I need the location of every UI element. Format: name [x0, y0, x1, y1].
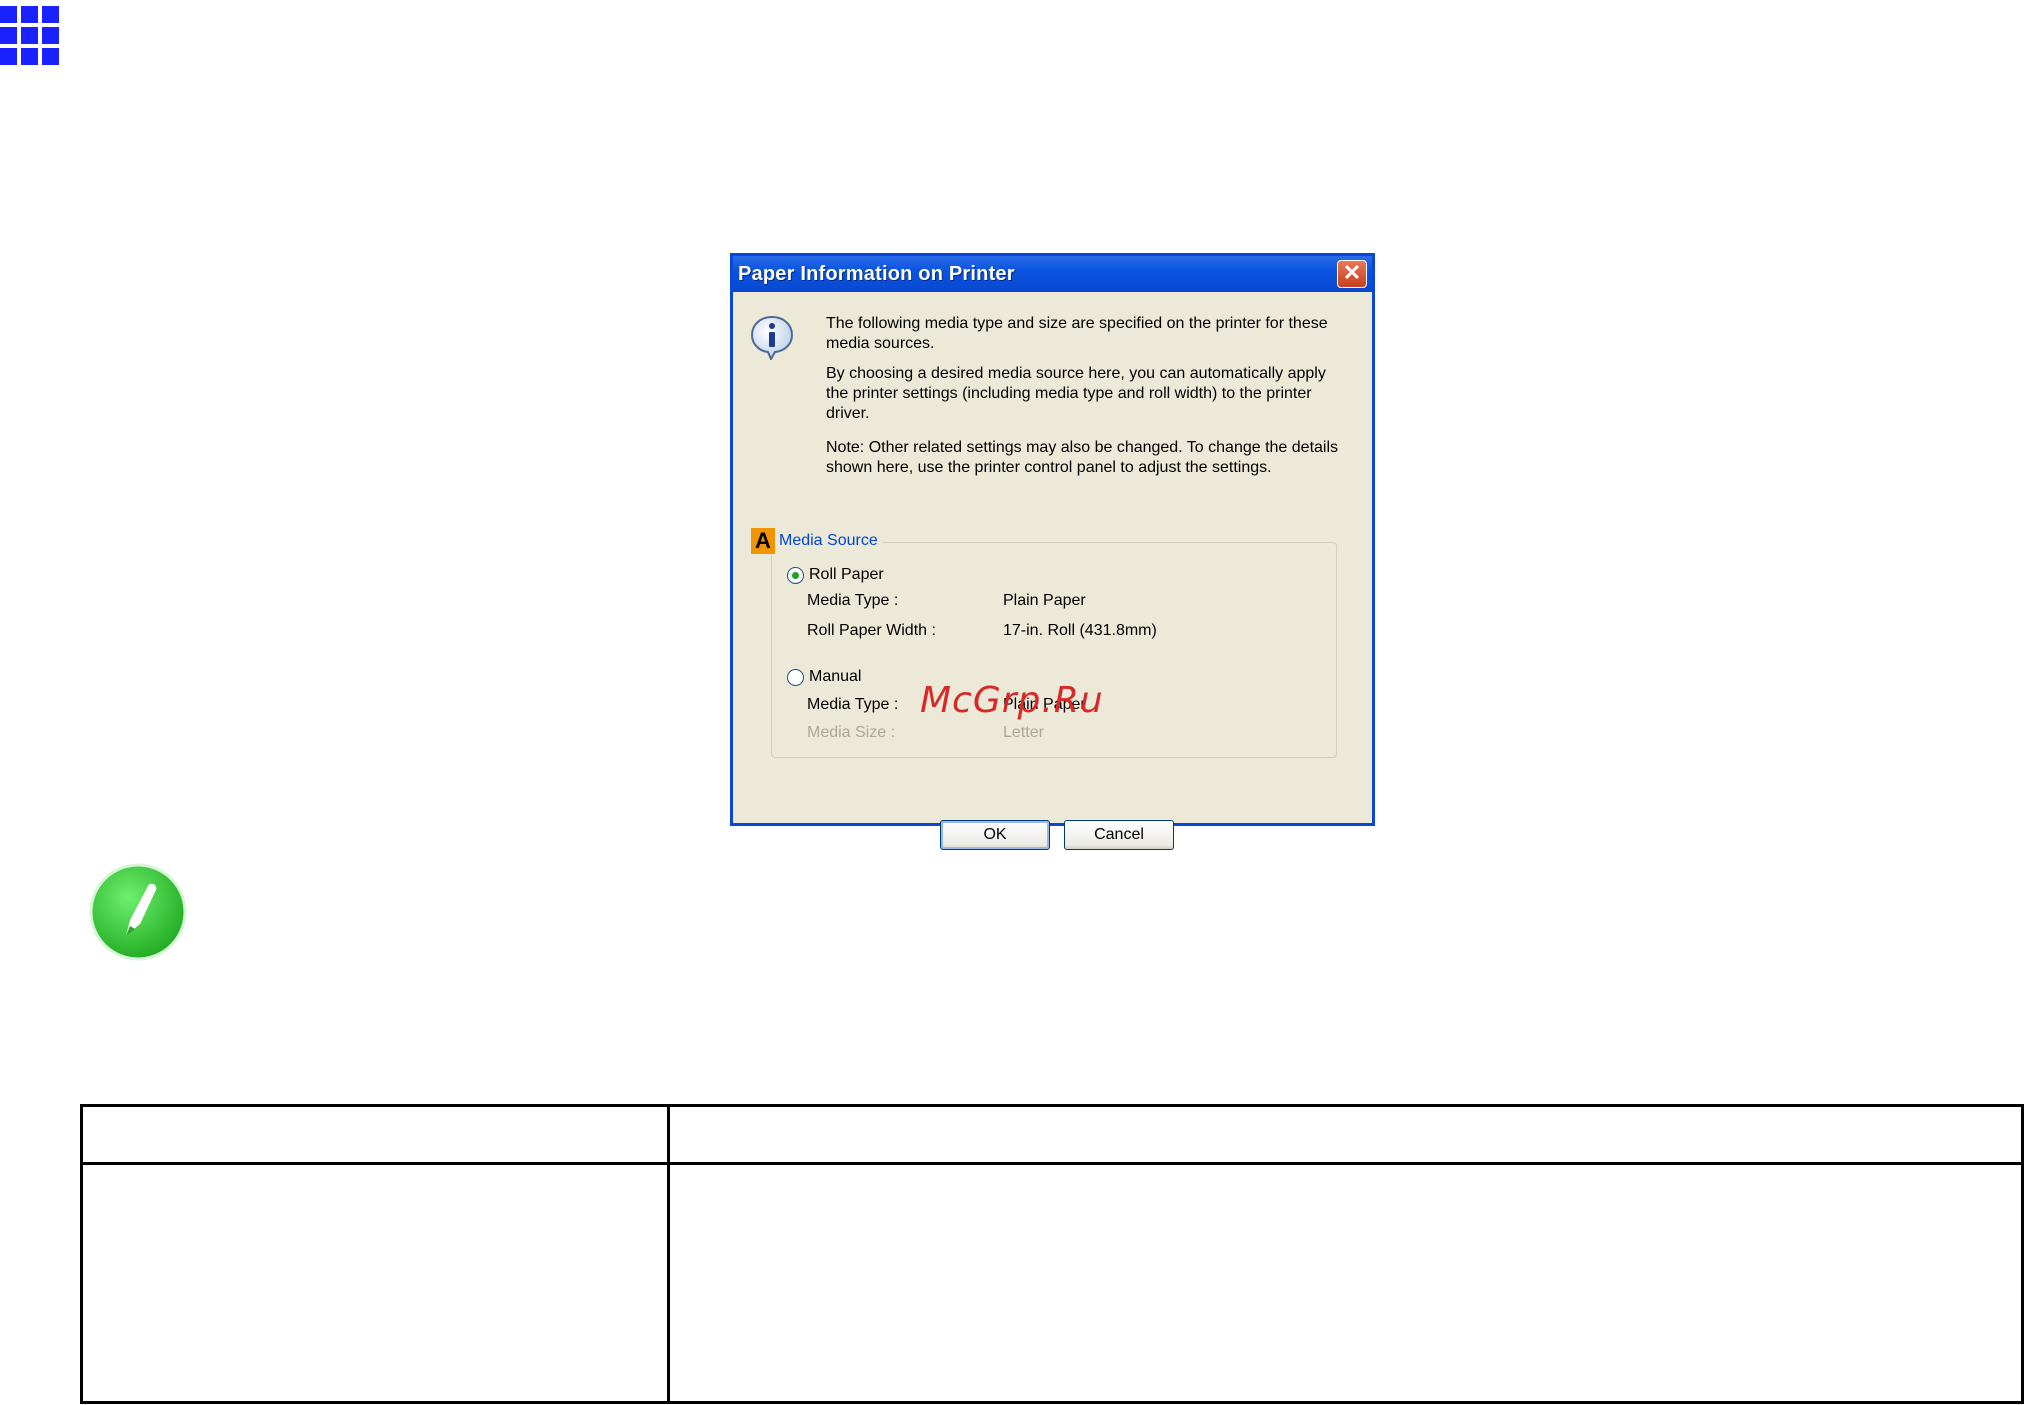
ok-button[interactable]: OK — [940, 820, 1050, 850]
note-pencil-icon — [89, 863, 187, 961]
manual-media-size-value: Letter — [1003, 724, 1044, 741]
roll-paper-label: Roll Paper — [809, 566, 884, 583]
watermark: McGrp.Ru — [920, 680, 1104, 721]
media-source-legend: A Media Source — [751, 528, 882, 554]
manual-label: Manual — [809, 668, 862, 685]
grid-icon — [0, 6, 60, 66]
roll-paper-radio[interactable]: Roll Paper — [787, 566, 884, 584]
message-intro: The following media type and size are sp… — [826, 315, 1328, 352]
table-header-cell — [80, 1104, 670, 1165]
dialog-titlebar[interactable]: Paper Information on Printer ✕ — [733, 256, 1372, 292]
message-note: Note: Other related settings may also be… — [826, 439, 1339, 476]
info-icon — [750, 315, 794, 360]
table-cell — [667, 1162, 2024, 1404]
paper-information-dialog: Paper Information on Printer ✕ The follo… — [730, 253, 1375, 850]
close-button[interactable]: ✕ — [1337, 260, 1367, 288]
roll-width-label: Roll Paper Width : — [807, 622, 936, 639]
close-icon: ✕ — [1342, 260, 1362, 285]
roll-width-value: 17-in. Roll (431.8mm) — [1003, 622, 1157, 639]
table-header-cell — [667, 1104, 2024, 1165]
message-apply: By choosing a desired media source here,… — [826, 365, 1326, 422]
dialog-body: The following media type and size are sp… — [733, 292, 1372, 850]
info-table — [80, 1104, 2024, 1404]
radio-checked-icon[interactable] — [787, 566, 804, 584]
cancel-button[interactable]: Cancel — [1064, 820, 1174, 850]
media-source-title: Media Source — [779, 532, 878, 549]
roll-media-type-value: Plain Paper — [1003, 592, 1086, 609]
manual-media-size-label: Media Size : — [807, 724, 896, 741]
table-cell — [80, 1162, 670, 1404]
callout-badge: A — [751, 528, 775, 554]
dialog-title: Paper Information on Printer — [738, 262, 1015, 285]
manual-media-type-label: Media Type : — [807, 696, 899, 713]
manual-radio[interactable]: Manual — [787, 668, 861, 686]
radio-unchecked-icon[interactable] — [787, 668, 804, 686]
roll-media-type-label: Media Type : — [807, 592, 899, 609]
